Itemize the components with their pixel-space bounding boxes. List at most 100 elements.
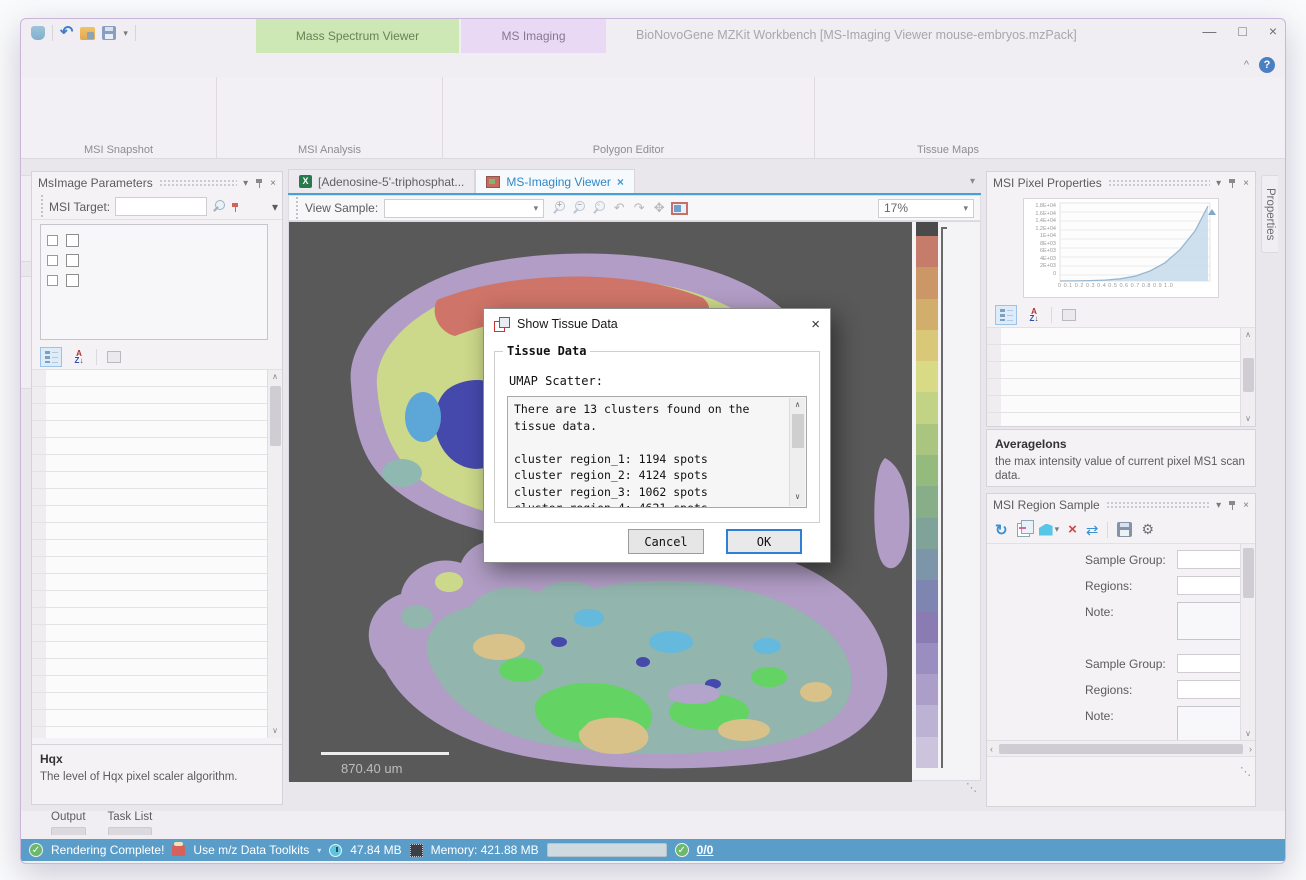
row-expander[interactable]: [32, 370, 46, 386]
minimize-button[interactable]: —: [1202, 23, 1216, 39]
zoom-in-icon[interactable]: [550, 199, 568, 217]
scroll-down-icon[interactable]: ∨: [1241, 412, 1255, 426]
regions-input[interactable]: [1177, 680, 1240, 699]
row-expander[interactable]: [32, 438, 46, 454]
row-expander[interactable]: [987, 345, 1001, 361]
tab-ms-imaging-viewer[interactable]: MS-Imaging Viewer ×: [475, 169, 635, 193]
row-expander[interactable]: [32, 455, 46, 471]
row-expander[interactable]: [987, 413, 1001, 426]
contextual-tab-ms-imaging[interactable]: MS Imaging: [461, 19, 606, 53]
delete-region-icon[interactable]: ×: [1068, 521, 1077, 538]
scroll-thumb[interactable]: [999, 744, 1243, 754]
dialog-close-icon[interactable]: ×: [811, 316, 820, 333]
overflow-icon[interactable]: ▾: [272, 200, 278, 214]
row-expander[interactable]: [32, 404, 46, 420]
property-row[interactable]: [32, 642, 267, 659]
property-row[interactable]: [32, 506, 267, 523]
sample-group-input[interactable]: [1177, 654, 1240, 673]
property-row[interactable]: [32, 676, 267, 693]
toolkit-dropdown-icon[interactable]: ▾: [317, 846, 321, 855]
ribbon-tab[interactable]: [117, 53, 149, 77]
fill-polygon-button[interactable]: ▾: [1039, 524, 1060, 536]
settings-gear-icon[interactable]: ⚙: [1141, 521, 1154, 538]
polygon-tool-button[interactable]: [593, 102, 612, 116]
scroll-down-icon[interactable]: ∨: [1241, 729, 1255, 738]
polygon-tool-button[interactable]: [451, 83, 470, 97]
property-row[interactable]: [32, 591, 267, 608]
tree-checkbox[interactable]: [66, 234, 79, 247]
dialog-scrollbar[interactable]: ∧ ∨: [789, 398, 805, 506]
help-icon[interactable]: ?: [1259, 57, 1275, 73]
scroll-down-icon[interactable]: ∨: [790, 489, 805, 506]
scroll-left-icon[interactable]: ‹: [987, 744, 996, 754]
panel-close-icon[interactable]: ×: [1243, 178, 1249, 189]
side-tab-properties[interactable]: Properties: [1261, 175, 1278, 253]
row-expander[interactable]: [32, 693, 46, 709]
intensity-row[interactable]: [987, 379, 1240, 396]
tree-expander[interactable]: [47, 255, 58, 266]
note-input[interactable]: ∧∨: [1177, 706, 1240, 740]
scroll-down-icon[interactable]: ∨: [268, 724, 282, 738]
polygon-tool-button[interactable]: [713, 102, 732, 116]
panel-close-icon[interactable]: ×: [1243, 500, 1249, 511]
ribbon-tab[interactable]: [85, 53, 117, 77]
toolbox-icon[interactable]: [172, 845, 185, 856]
categorized-button[interactable]: [40, 347, 62, 367]
property-pages-button[interactable]: [1058, 305, 1080, 325]
ribbon-tab[interactable]: [53, 53, 85, 77]
row-expander[interactable]: [987, 379, 1001, 395]
ribbon-big-button[interactable]: [217, 81, 270, 129]
property-row[interactable]: [32, 387, 267, 404]
row-expander[interactable]: [32, 710, 46, 726]
property-row[interactable]: [32, 659, 267, 676]
row-expander[interactable]: [32, 506, 46, 522]
property-pages-button[interactable]: [103, 347, 125, 367]
sort-az-button[interactable]: AZ↓: [1023, 305, 1045, 325]
row-expander[interactable]: [32, 489, 46, 505]
panel-menu-icon[interactable]: ▾: [1216, 178, 1221, 189]
polygon-tool-button[interactable]: [451, 102, 470, 116]
property-row[interactable]: [32, 557, 267, 574]
dialog-title-bar[interactable]: Show Tissue Data ×: [484, 309, 830, 339]
row-expander[interactable]: [32, 472, 46, 488]
property-row[interactable]: [32, 489, 267, 506]
scroll-thumb[interactable]: [792, 414, 804, 448]
copy-icon[interactable]: [1017, 523, 1030, 537]
ribbon-tab[interactable]: [149, 53, 181, 77]
sort-az-button[interactable]: AZ↓: [68, 347, 90, 367]
row-expander[interactable]: [32, 540, 46, 556]
scroll-right-icon[interactable]: ›: [1246, 744, 1255, 754]
drag-handle[interactable]: [40, 194, 44, 219]
row-expander[interactable]: [32, 642, 46, 658]
property-row[interactable]: [32, 472, 267, 489]
screenshot-icon[interactable]: [670, 199, 688, 217]
panel-menu-icon[interactable]: ▾: [243, 178, 248, 189]
row-expander[interactable]: [32, 557, 46, 573]
region-list-scrollbar[interactable]: ∨: [1240, 544, 1255, 740]
undo-icon[interactable]: ↶: [60, 26, 73, 40]
row-expander[interactable]: [987, 396, 1001, 412]
tree-checkbox[interactable]: [66, 254, 79, 267]
ribbon-tab[interactable]: [213, 53, 245, 77]
row-expander[interactable]: [32, 625, 46, 641]
pin-icon[interactable]: [254, 178, 264, 188]
row-expander[interactable]: [32, 387, 46, 403]
ribbon-big-button[interactable]: [981, 81, 1039, 129]
polygon-tool-button[interactable]: [713, 83, 732, 97]
scroll-thumb[interactable]: [1243, 358, 1254, 392]
ribbon-big-button[interactable]: [389, 81, 442, 129]
cluster-report-text[interactable]: There are 13 clusters found on the tissu…: [507, 396, 807, 508]
ribbon-big-button[interactable]: [152, 81, 210, 129]
row-expander[interactable]: [32, 574, 46, 590]
regions-input[interactable]: [1177, 576, 1240, 595]
scroll-thumb[interactable]: [1243, 548, 1254, 598]
ok-button[interactable]: OK: [726, 529, 802, 554]
row-expander[interactable]: [32, 676, 46, 692]
tree-item[interactable]: [63, 250, 261, 270]
intensity-scrollbar[interactable]: ∧ ∨: [1240, 328, 1255, 426]
row-expander[interactable]: [32, 727, 46, 738]
region-resize-grip[interactable]: ⋱: [987, 756, 1255, 806]
zoom-select-icon[interactable]: [590, 199, 608, 217]
polygon-tool-button[interactable]: [593, 121, 612, 135]
rotate-right-icon[interactable]: ↷: [630, 199, 648, 217]
